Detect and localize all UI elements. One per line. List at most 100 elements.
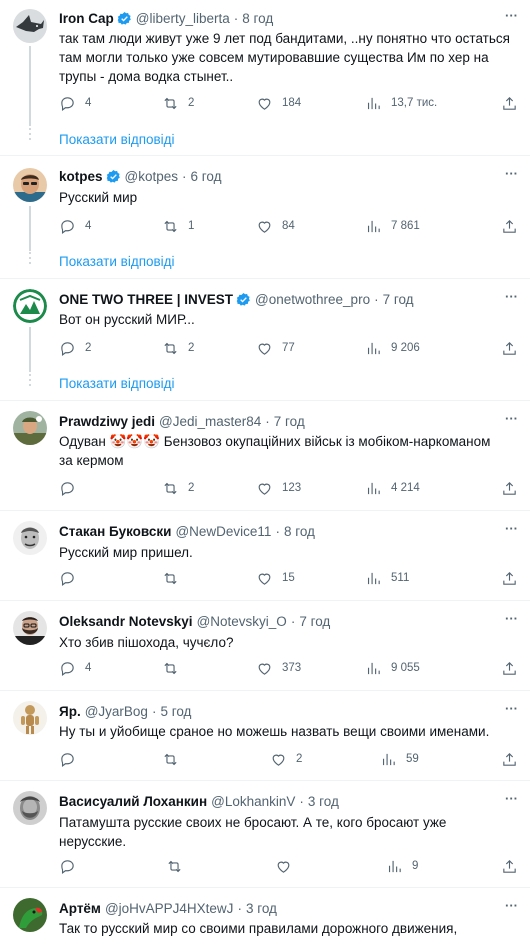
soldier-avatar-icon[interactable] (13, 411, 47, 445)
timestamp[interactable]: 7 год (274, 414, 305, 429)
share-button[interactable] (501, 92, 518, 114)
share-button[interactable] (501, 337, 518, 359)
author-name[interactable]: Артём (59, 901, 101, 916)
views-button[interactable]: 9 206 (365, 337, 420, 359)
reply-button[interactable] (59, 567, 85, 589)
show-replies-link[interactable]: Показати відповіді (59, 254, 175, 269)
man-portrait-avatar-icon[interactable] (13, 168, 47, 202)
timestamp[interactable]: 6 год (191, 169, 222, 184)
retweet-button[interactable]: 2 (162, 92, 194, 114)
tweet[interactable]: Артём @joHvAPPJ4HXtewJ · 3 год ··· Так т… (0, 888, 530, 948)
tweet[interactable]: Prawdziwy jedi @Jedi_master84 · 7 год ··… (0, 401, 530, 511)
reply-button[interactable]: 4 (59, 92, 91, 114)
tweet[interactable]: Стакан Буковски @NewDevice11 · 8 год ···… (0, 511, 530, 601)
share-button[interactable] (501, 567, 518, 589)
show-replies-link[interactable]: Показати відповіді (59, 376, 175, 391)
timestamp[interactable]: 7 год (299, 614, 330, 629)
tweet[interactable]: Oleksandr Notevskyi @Notevskyi_O · 7 год… (0, 601, 530, 691)
wooden-mannequin-avatar-icon[interactable] (13, 701, 47, 735)
timestamp[interactable]: 8 год (242, 11, 273, 26)
parrot-avatar-icon[interactable] (13, 898, 47, 932)
views-button[interactable]: 4 214 (365, 477, 420, 499)
share-button[interactable] (501, 657, 518, 679)
more-options-icon[interactable]: ··· (505, 166, 518, 181)
author-handle[interactable]: @Jedi_master84 (159, 414, 261, 429)
tweet[interactable]: ONE TWO THREE | INVEST @onetwothree_pro … (0, 279, 530, 401)
author-handle[interactable]: @NewDevice11 (175, 524, 271, 539)
author-handle[interactable]: @liberty_liberta (136, 11, 230, 26)
retweet-button[interactable] (162, 657, 188, 679)
reply-button[interactable]: 2 (59, 337, 91, 359)
more-options-icon[interactable]: ··· (505, 791, 518, 806)
author-name[interactable]: Prawdziwy jedi (59, 414, 155, 429)
author-handle[interactable]: @JyarBog (85, 704, 148, 719)
retweet-button[interactable]: 2 (162, 477, 194, 499)
more-options-icon[interactable]: ··· (505, 289, 518, 304)
author-name[interactable]: kotpes (59, 169, 103, 184)
views-button[interactable]: 9 (386, 855, 418, 877)
author-handle[interactable]: @Notevskyi_O (197, 614, 287, 629)
more-options-icon[interactable]: ··· (505, 8, 518, 23)
views-button[interactable]: 511 (365, 567, 409, 589)
invest-logo-avatar-icon[interactable] (13, 289, 47, 323)
author-handle[interactable]: @LokhankinV (211, 794, 295, 809)
author-name[interactable]: Васисуалий Лоханкин (59, 794, 207, 809)
author-handle[interactable]: @joHvAPPJ4HXtewJ (105, 901, 234, 916)
like-button[interactable]: 184 (256, 92, 301, 114)
tweet[interactable]: kotpes @kotpes · 6 год ··· Русский мир 4… (0, 156, 530, 279)
like-button[interactable]: 84 (256, 215, 295, 237)
views-button[interactable]: 9 055 (365, 657, 420, 679)
like-button[interactable] (275, 855, 301, 877)
author-handle[interactable]: @kotpes (125, 169, 178, 184)
more-options-icon[interactable]: ··· (505, 411, 518, 426)
reply-button[interactable] (59, 855, 85, 877)
timestamp[interactable]: 7 год (383, 292, 414, 307)
views-button[interactable]: 13,7 тис. (365, 92, 437, 114)
share-button[interactable] (501, 855, 518, 877)
author-name[interactable]: Oleksandr Notevskyi (59, 614, 193, 629)
like-button[interactable]: 373 (256, 657, 301, 679)
more-options-icon[interactable]: ··· (505, 701, 518, 716)
show-replies-link[interactable]: Показати відповіді (59, 132, 175, 147)
share-button[interactable] (501, 215, 518, 237)
author-name[interactable]: Стакан Буковски (59, 524, 171, 539)
more-options-icon[interactable]: ··· (505, 898, 518, 913)
timestamp[interactable]: 8 год (284, 524, 315, 539)
shark-avatar-icon[interactable] (13, 9, 47, 43)
like-button[interactable]: 2 (270, 748, 302, 770)
reply-button[interactable] (59, 477, 85, 499)
author-handle[interactable]: @onetwothree_pro (255, 292, 370, 307)
bearded-man-avatar-icon[interactable] (13, 611, 47, 645)
reply-button[interactable]: 4 (59, 657, 91, 679)
share-button[interactable] (501, 477, 518, 499)
like-button[interactable]: 77 (256, 337, 295, 359)
retweet-button[interactable]: 1 (162, 215, 194, 237)
author-name[interactable]: Iron Cap (59, 11, 114, 26)
like-count: 123 (282, 482, 302, 494)
share-button[interactable] (501, 748, 518, 770)
retweet-button[interactable] (162, 748, 188, 770)
more-options-icon[interactable]: ··· (505, 521, 518, 536)
like-button[interactable]: 123 (256, 477, 301, 499)
timestamp[interactable]: 3 год (308, 794, 339, 809)
reply-button[interactable]: 4 (59, 215, 91, 237)
tweet[interactable]: Iron Cap @liberty_liberta · 8 год ··· та… (0, 0, 530, 156)
author-name[interactable]: Яр. (59, 704, 81, 719)
like-button[interactable]: 15 (256, 567, 295, 589)
retweet-button[interactable] (162, 567, 188, 589)
retweet-button[interactable] (166, 855, 192, 877)
bukowski-avatar-icon[interactable] (13, 521, 47, 555)
tweet[interactable]: Яр. @JyarBog · 5 год ··· Ну ты и уйобище… (0, 691, 530, 781)
old-man-avatar-icon[interactable] (13, 791, 47, 825)
author-name[interactable]: ONE TWO THREE | INVEST (59, 292, 233, 307)
reply-icon (61, 96, 74, 111)
analytics-icon (367, 220, 380, 232)
more-options-icon[interactable]: ··· (505, 611, 518, 626)
retweet-button[interactable]: 2 (162, 337, 194, 359)
views-button[interactable]: 59 (380, 748, 419, 770)
tweet[interactable]: Васисуалий Лоханкин @LokhankinV · 3 год … (0, 781, 530, 888)
timestamp[interactable]: 5 год (160, 704, 191, 719)
reply-button[interactable] (59, 748, 85, 770)
views-button[interactable]: 7 861 (365, 215, 420, 237)
timestamp[interactable]: 3 год (246, 901, 277, 916)
